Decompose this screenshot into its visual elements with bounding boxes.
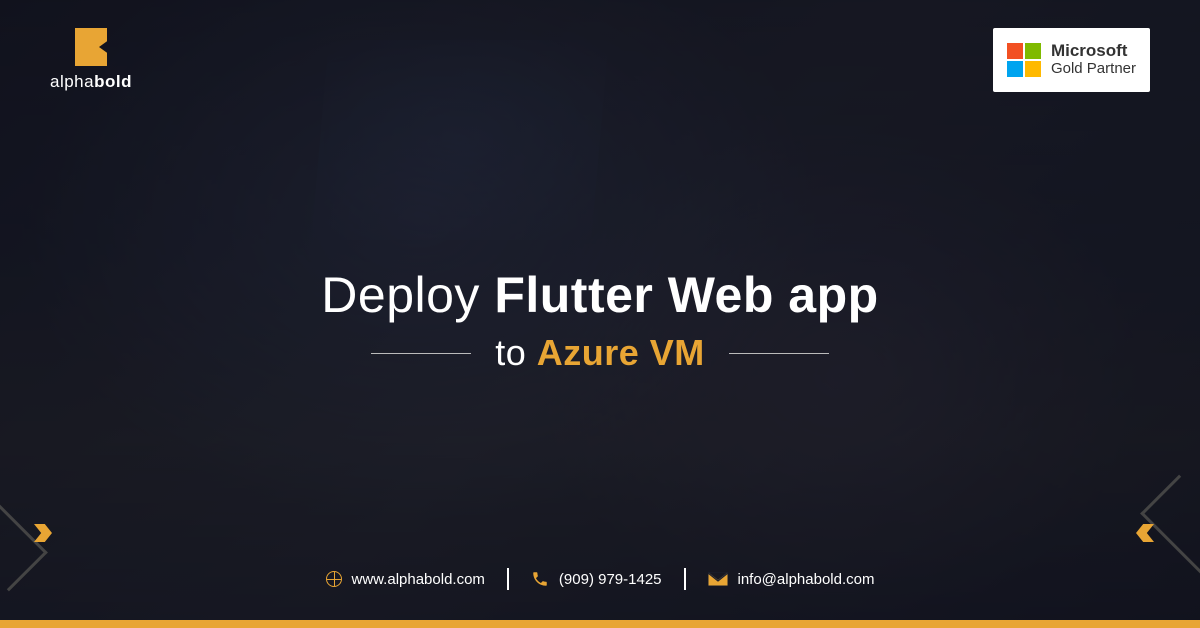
alphabold-wordmark: alphabold bbox=[50, 72, 132, 92]
website-text: www.alphabold.com bbox=[352, 571, 485, 588]
globe-icon bbox=[326, 571, 342, 587]
mail-icon bbox=[708, 572, 728, 586]
phone-text: (909) 979-1425 bbox=[559, 571, 662, 588]
headline-2-white: to bbox=[495, 332, 537, 373]
alphabold-icon bbox=[75, 28, 107, 66]
separator bbox=[684, 568, 686, 590]
bottom-accent-bar bbox=[0, 620, 1200, 628]
partner-badge-line2: Gold Partner bbox=[1051, 61, 1136, 78]
right-decoration bbox=[1136, 478, 1200, 588]
chevron-right-icon bbox=[34, 524, 52, 542]
microsoft-logo-icon bbox=[1007, 43, 1041, 77]
headline-line-2-wrap: to Azure VM bbox=[371, 332, 829, 374]
brand-name-light: alpha bbox=[50, 72, 94, 91]
chevron-left-icon bbox=[1136, 524, 1154, 542]
headline-line-1: Deploy Flutter Web app bbox=[321, 266, 878, 324]
phone-icon bbox=[531, 570, 549, 588]
headline-2-gold: Azure VM bbox=[537, 332, 705, 373]
separator bbox=[507, 568, 509, 590]
headline-1-light: Deploy bbox=[321, 267, 494, 323]
email-contact: info@alphabold.com bbox=[708, 571, 875, 588]
website-contact: www.alphabold.com bbox=[326, 571, 485, 588]
brand-name-bold: bold bbox=[94, 72, 132, 91]
phone-contact: (909) 979-1425 bbox=[531, 570, 662, 588]
divider-right bbox=[729, 353, 829, 354]
alphabold-logo: alphabold bbox=[50, 28, 132, 92]
microsoft-partner-badge: Microsoft Gold Partner bbox=[993, 28, 1150, 92]
headline-line-2: to Azure VM bbox=[495, 332, 705, 374]
email-text: info@alphabold.com bbox=[738, 571, 875, 588]
partner-badge-line1: Microsoft bbox=[1051, 42, 1136, 61]
divider-left bbox=[371, 353, 471, 354]
contact-footer: www.alphabold.com (909) 979-1425 info@al… bbox=[0, 568, 1200, 628]
left-decoration bbox=[0, 478, 52, 588]
headline-1-bold: Flutter Web app bbox=[494, 267, 878, 323]
